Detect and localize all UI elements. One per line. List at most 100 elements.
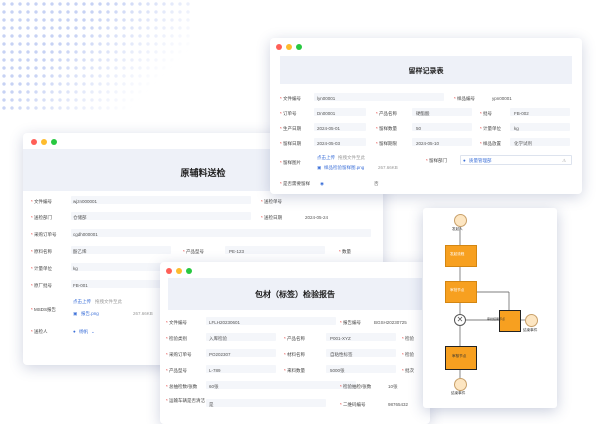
field-value[interactable]: 仓储部 <box>73 215 87 221</box>
field-value[interactable]: lyn00001 <box>317 96 335 101</box>
upload-link[interactable]: 点击上传 <box>317 155 335 161</box>
node-label: 结束事件 <box>451 391 466 395</box>
field-label: 报告编号 <box>340 320 361 326</box>
maximize-dot[interactable] <box>51 139 57 145</box>
field-value[interactable]: 5000张 <box>330 368 345 374</box>
chevron-down-icon[interactable]: ⌄ <box>91 329 95 335</box>
sample-retention-window: 留样记录表 文件编号 lyn00001 样品编号 ypn00001 订单号 Dn… <box>270 38 582 194</box>
field-value[interactable]: 50 <box>416 126 421 131</box>
field-value[interactable]: FB-002 <box>514 111 529 116</box>
field-value[interactable]: cgdh000001 <box>73 232 98 237</box>
field-value[interactable]: 2024-05-03 <box>317 141 340 146</box>
dept-select[interactable]: 质量管理部 <box>469 158 492 164</box>
field-label: 数量 <box>339 249 351 255</box>
field-value[interactable]: Dn00001 <box>317 111 335 116</box>
field-label: 送检单号 <box>261 199 282 205</box>
field-label: 原厂批号 <box>31 283 52 289</box>
close-dot[interactable] <box>276 44 282 50</box>
field-value[interactable]: 2024-05-24 <box>305 215 328 220</box>
maximize-dot[interactable] <box>296 44 302 50</box>
field-label: 送检部门 <box>31 215 52 221</box>
minimize-dot[interactable] <box>176 268 182 274</box>
field-label: 来料数量 <box>284 368 305 374</box>
node-label: 审核节点 <box>452 354 467 358</box>
start-event[interactable] <box>454 214 467 227</box>
field-label: 检验 <box>402 352 414 358</box>
field-value[interactable]: 10张 <box>388 384 398 390</box>
field-label: MSDS报告 <box>31 307 56 313</box>
field-label: 总抽检数/张数 <box>166 384 197 390</box>
workflow-diagram-panel: 发起人 发起流程 审批节点 ✕ 审批结果节点 结束事件 审核节点 结束事件 <box>423 208 557 408</box>
field-label: 产品型号 <box>166 368 187 374</box>
field-value[interactable]: 否 <box>374 181 379 187</box>
warning-icon: ⚠ <box>562 158 567 163</box>
node-label: 审批结果节点 <box>487 317 506 321</box>
toggle-icon[interactable]: ◉ <box>320 181 324 187</box>
user-icon: ● <box>463 158 466 163</box>
field-value[interactable]: PO202307 <box>209 352 231 357</box>
field-value[interactable]: BGSH20230725 <box>374 320 407 325</box>
field-label: 批号 <box>480 111 492 117</box>
field-label: 文件编号 <box>31 199 52 205</box>
field-value[interactable]: 化学试剂 <box>514 141 532 147</box>
field-value[interactable]: 是 <box>209 402 214 408</box>
field-value[interactable]: FB-001 <box>73 283 88 288</box>
maximize-dot[interactable] <box>186 268 192 274</box>
field-value[interactable]: wjzn000001 <box>73 199 97 204</box>
decorative-dot-pattern <box>0 0 190 110</box>
field-label: 样品放置 <box>480 141 501 147</box>
field-label: 检验抽检/张数 <box>340 384 371 390</box>
close-dot[interactable] <box>31 139 37 145</box>
end-event[interactable] <box>454 378 467 391</box>
field-value[interactable]: 杨帆 <box>79 329 88 335</box>
file-size: 267.66KB <box>378 165 398 170</box>
field-value[interactable]: kg <box>73 266 78 271</box>
file-name[interactable]: 样品检验留样图.png <box>324 165 364 171</box>
close-dot[interactable] <box>166 268 172 274</box>
packaging-report-window: 包材（标签）检验报告 文件编号 LFLH20230601 报告编号 BGSH20… <box>160 262 430 424</box>
field-value[interactable]: 入库检验 <box>209 336 227 342</box>
field-label: 产品名称 <box>284 336 305 342</box>
field-label: 留样日期 <box>280 141 301 147</box>
upload-hint: 拖拽文件至此 <box>338 155 365 160</box>
field-value[interactable]: LFLH20230601 <box>209 320 240 325</box>
file-icon: ▣ <box>317 165 322 170</box>
minimize-dot[interactable] <box>286 44 292 50</box>
field-label: 采购订单号 <box>166 352 192 358</box>
field-label: 材料名称 <box>284 352 305 358</box>
field-value[interactable]: 自粘性标签 <box>330 352 353 358</box>
node-label: 结束事件 <box>523 328 538 332</box>
end-event[interactable] <box>525 314 538 327</box>
field-label: 二维码编号 <box>340 402 366 408</box>
field-value[interactable]: 2024-05-10 <box>416 141 439 146</box>
field-value[interactable]: PE-123 <box>229 249 244 254</box>
field-label: 留样数量 <box>376 126 397 132</box>
field-value[interactable]: kg <box>514 126 519 131</box>
node-label: 发起流程 <box>450 252 465 256</box>
field-label: 留样部门 <box>426 158 447 164</box>
workflow-connectors <box>459 225 525 378</box>
field-label: 检验 <box>402 336 414 342</box>
field-label: 运输车辆是否清洁 <box>166 398 205 404</box>
field-label: 送检人 <box>31 329 48 335</box>
start-label: 发起人 <box>452 227 463 231</box>
field-value[interactable]: P001-XYZ <box>330 336 351 341</box>
gateway-icon[interactable]: ✕ <box>454 314 466 326</box>
page-title: 留样记录表 <box>408 68 444 75</box>
upload-link[interactable]: 点击上传 <box>73 299 91 305</box>
file-icon: ▣ <box>73 311 78 316</box>
field-value[interactable]: L-789 <box>209 368 221 373</box>
field-label: 是否需要留样 <box>280 181 310 187</box>
field-value[interactable]: 2024-05-01 <box>317 126 340 131</box>
workflow-node[interactable] <box>499 310 521 332</box>
minimize-dot[interactable] <box>41 139 47 145</box>
field-value[interactable]: 硬酯酸 <box>416 111 430 117</box>
field-value[interactable]: ypn00001 <box>492 96 512 101</box>
page-title: 包材（标签）检验报告 <box>255 290 335 299</box>
upload-hint: 拖拽文件至此 <box>95 299 122 304</box>
field-value[interactable]: 酚乙烯 <box>73 249 87 255</box>
field-value[interactable]: 98765432 <box>388 402 408 407</box>
field-label: 样品编号 <box>454 96 475 102</box>
field-value[interactable]: 60张 <box>209 384 219 390</box>
file-name[interactable]: 报告.png <box>81 311 99 317</box>
